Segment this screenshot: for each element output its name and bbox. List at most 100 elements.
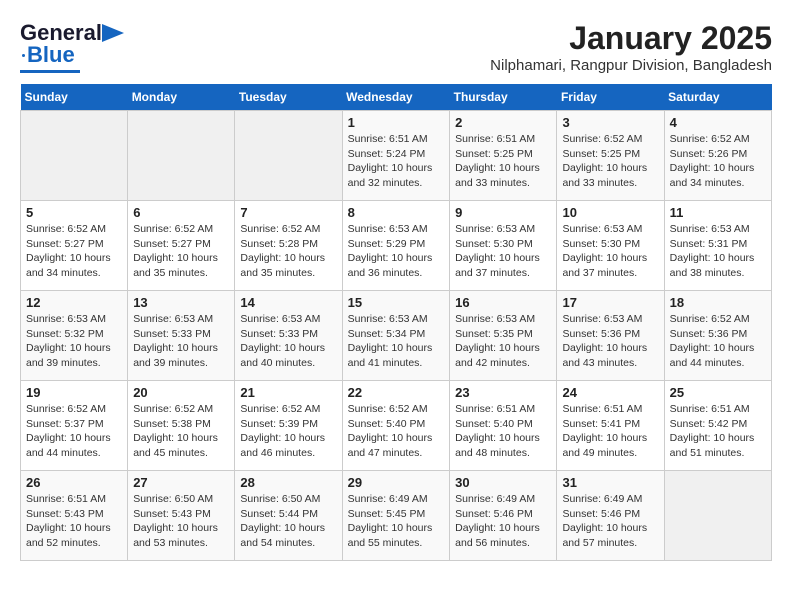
day-number: 21 bbox=[240, 385, 336, 400]
calendar-cell: 8 Sunrise: 6:53 AM Sunset: 5:29 PM Daylig… bbox=[342, 201, 450, 291]
calendar-cell: 12 Sunrise: 6:53 AM Sunset: 5:32 PM Dayli… bbox=[21, 291, 128, 381]
calendar-cell: 21 Sunrise: 6:52 AM Sunset: 5:39 PM Dayli… bbox=[235, 381, 342, 471]
day-number: 26 bbox=[26, 475, 122, 490]
calendar-cell: 23 Sunrise: 6:51 AM Sunset: 5:40 PM Dayli… bbox=[450, 381, 557, 471]
day-number: 3 bbox=[562, 115, 658, 130]
calendar-week-row: 5 Sunrise: 6:52 AM Sunset: 5:27 PM Daylig… bbox=[21, 201, 772, 291]
day-number: 20 bbox=[133, 385, 229, 400]
cell-content: Sunrise: 6:51 AM Sunset: 5:43 PM Dayligh… bbox=[26, 492, 122, 551]
cell-content: Sunrise: 6:51 AM Sunset: 5:25 PM Dayligh… bbox=[455, 132, 551, 191]
calendar-cell: 14 Sunrise: 6:53 AM Sunset: 5:33 PM Dayli… bbox=[235, 291, 342, 381]
cell-content: Sunrise: 6:53 AM Sunset: 5:30 PM Dayligh… bbox=[562, 222, 658, 281]
cell-content: Sunrise: 6:53 AM Sunset: 5:33 PM Dayligh… bbox=[240, 312, 336, 371]
calendar-cell: 29 Sunrise: 6:49 AM Sunset: 5:45 PM Dayli… bbox=[342, 471, 450, 561]
day-number: 5 bbox=[26, 205, 122, 220]
cell-content: Sunrise: 6:53 AM Sunset: 5:34 PM Dayligh… bbox=[348, 312, 445, 371]
day-number: 25 bbox=[670, 385, 766, 400]
cell-content: Sunrise: 6:53 AM Sunset: 5:29 PM Dayligh… bbox=[348, 222, 445, 281]
cell-content: Sunrise: 6:52 AM Sunset: 5:37 PM Dayligh… bbox=[26, 402, 122, 461]
cell-content: Sunrise: 6:50 AM Sunset: 5:44 PM Dayligh… bbox=[240, 492, 336, 551]
day-number: 7 bbox=[240, 205, 336, 220]
logo-underline bbox=[20, 70, 80, 73]
cell-content: Sunrise: 6:50 AM Sunset: 5:43 PM Dayligh… bbox=[133, 492, 229, 551]
calendar-week-row: 19Sunrise: 6:52 AM Sunset: 5:37 PM Dayli… bbox=[21, 381, 772, 471]
day-number: 6 bbox=[133, 205, 229, 220]
calendar-cell: 28 Sunrise: 6:50 AM Sunset: 5:44 PM Dayli… bbox=[235, 471, 342, 561]
weekday-header-friday: Friday bbox=[557, 84, 664, 111]
cell-content: Sunrise: 6:53 AM Sunset: 5:31 PM Dayligh… bbox=[670, 222, 766, 281]
weekday-header-wednesday: Wednesday bbox=[342, 84, 450, 111]
calendar-cell: 17Sunrise: 6:53 AM Sunset: 5:36 PM Dayli… bbox=[557, 291, 664, 381]
day-number: 31 bbox=[562, 475, 658, 490]
cell-content: Sunrise: 6:49 AM Sunset: 5:46 PM Dayligh… bbox=[455, 492, 551, 551]
day-number: 23 bbox=[455, 385, 551, 400]
calendar-cell: 19Sunrise: 6:52 AM Sunset: 5:37 PM Dayli… bbox=[21, 381, 128, 471]
day-number: 1 bbox=[348, 115, 445, 130]
day-number: 11 bbox=[670, 205, 766, 220]
cell-content: Sunrise: 6:51 AM Sunset: 5:40 PM Dayligh… bbox=[455, 402, 551, 461]
day-number: 13 bbox=[133, 295, 229, 310]
day-number: 16 bbox=[455, 295, 551, 310]
day-number: 30 bbox=[455, 475, 551, 490]
day-number: 24 bbox=[562, 385, 658, 400]
page-header: General Blue January 2025 Nilphamari, Ra… bbox=[20, 20, 772, 74]
cell-content: Sunrise: 6:53 AM Sunset: 5:33 PM Dayligh… bbox=[133, 312, 229, 371]
cell-content: Sunrise: 6:51 AM Sunset: 5:41 PM Dayligh… bbox=[562, 402, 658, 461]
calendar-cell: 6 Sunrise: 6:52 AM Sunset: 5:27 PM Daylig… bbox=[128, 201, 235, 291]
cell-content: Sunrise: 6:52 AM Sunset: 5:40 PM Dayligh… bbox=[348, 402, 445, 461]
calendar-cell: 24 Sunrise: 6:51 AM Sunset: 5:41 PM Dayli… bbox=[557, 381, 664, 471]
calendar-cell: 25Sunrise: 6:51 AM Sunset: 5:42 PM Dayli… bbox=[664, 381, 771, 471]
calendar-cell: 10 Sunrise: 6:53 AM Sunset: 5:30 PM Dayli… bbox=[557, 201, 664, 291]
day-number: 22 bbox=[348, 385, 445, 400]
day-number: 10 bbox=[562, 205, 658, 220]
calendar-table: SundayMondayTuesdayWednesdayThursdayFrid… bbox=[20, 84, 772, 561]
logo: General Blue bbox=[20, 20, 124, 73]
day-number: 14 bbox=[240, 295, 336, 310]
calendar-cell: 9 Sunrise: 6:53 AM Sunset: 5:30 PM Daylig… bbox=[450, 201, 557, 291]
day-number: 8 bbox=[348, 205, 445, 220]
cell-content: Sunrise: 6:52 AM Sunset: 5:27 PM Dayligh… bbox=[133, 222, 229, 281]
weekday-header-sunday: Sunday bbox=[21, 84, 128, 111]
weekday-header-thursday: Thursday bbox=[450, 84, 557, 111]
day-number: 2 bbox=[455, 115, 551, 130]
cell-content: Sunrise: 6:53 AM Sunset: 5:36 PM Dayligh… bbox=[562, 312, 658, 371]
cell-content: Sunrise: 6:51 AM Sunset: 5:24 PM Dayligh… bbox=[348, 132, 445, 191]
cell-content: Sunrise: 6:49 AM Sunset: 5:45 PM Dayligh… bbox=[348, 492, 445, 551]
weekday-header-tuesday: Tuesday bbox=[235, 84, 342, 111]
title-block: January 2025 Nilphamari, Rangpur Divisio… bbox=[490, 20, 772, 74]
calendar-cell: 3 Sunrise: 6:52 AM Sunset: 5:25 PM Daylig… bbox=[557, 111, 664, 201]
day-number: 27 bbox=[133, 475, 229, 490]
cell-content: Sunrise: 6:53 AM Sunset: 5:30 PM Dayligh… bbox=[455, 222, 551, 281]
day-number: 9 bbox=[455, 205, 551, 220]
cell-content: Sunrise: 6:52 AM Sunset: 5:25 PM Dayligh… bbox=[562, 132, 658, 191]
cell-content: Sunrise: 6:53 AM Sunset: 5:35 PM Dayligh… bbox=[455, 312, 551, 371]
calendar-cell: 4Sunrise: 6:52 AM Sunset: 5:26 PM Daylig… bbox=[664, 111, 771, 201]
day-number: 4 bbox=[670, 115, 766, 130]
calendar-cell: 7Sunrise: 6:52 AM Sunset: 5:28 PM Daylig… bbox=[235, 201, 342, 291]
day-number: 29 bbox=[348, 475, 445, 490]
weekday-header-row: SundayMondayTuesdayWednesdayThursdayFrid… bbox=[21, 84, 772, 111]
calendar-cell: 26 Sunrise: 6:51 AM Sunset: 5:43 PM Dayli… bbox=[21, 471, 128, 561]
calendar-cell bbox=[664, 471, 771, 561]
cell-content: Sunrise: 6:49 AM Sunset: 5:46 PM Dayligh… bbox=[562, 492, 658, 551]
weekday-header-monday: Monday bbox=[128, 84, 235, 111]
calendar-cell: 1 Sunrise: 6:51 AM Sunset: 5:24 PM Daylig… bbox=[342, 111, 450, 201]
calendar-week-row: 26 Sunrise: 6:51 AM Sunset: 5:43 PM Dayli… bbox=[21, 471, 772, 561]
calendar-subtitle: Nilphamari, Rangpur Division, Bangladesh bbox=[490, 57, 772, 74]
cell-content: Sunrise: 6:52 AM Sunset: 5:39 PM Dayligh… bbox=[240, 402, 336, 461]
calendar-cell: 20Sunrise: 6:52 AM Sunset: 5:38 PM Dayli… bbox=[128, 381, 235, 471]
calendar-cell: 27 Sunrise: 6:50 AM Sunset: 5:43 PM Dayli… bbox=[128, 471, 235, 561]
calendar-title: January 2025 bbox=[490, 20, 772, 57]
calendar-cell: 22 Sunrise: 6:52 AM Sunset: 5:40 PM Dayli… bbox=[342, 381, 450, 471]
calendar-cell: 2 Sunrise: 6:51 AM Sunset: 5:25 PM Daylig… bbox=[450, 111, 557, 201]
calendar-cell: 13 Sunrise: 6:53 AM Sunset: 5:33 PM Dayli… bbox=[128, 291, 235, 381]
cell-content: Sunrise: 6:52 AM Sunset: 5:36 PM Dayligh… bbox=[670, 312, 766, 371]
calendar-cell: 5Sunrise: 6:52 AM Sunset: 5:27 PM Daylig… bbox=[21, 201, 128, 291]
cell-content: Sunrise: 6:53 AM Sunset: 5:32 PM Dayligh… bbox=[26, 312, 122, 371]
logo-blue-text: Blue bbox=[27, 42, 75, 68]
day-number: 28 bbox=[240, 475, 336, 490]
calendar-cell bbox=[235, 111, 342, 201]
calendar-cell: 30 Sunrise: 6:49 AM Sunset: 5:46 PM Dayli… bbox=[450, 471, 557, 561]
day-number: 12 bbox=[26, 295, 122, 310]
day-number: 15 bbox=[348, 295, 445, 310]
